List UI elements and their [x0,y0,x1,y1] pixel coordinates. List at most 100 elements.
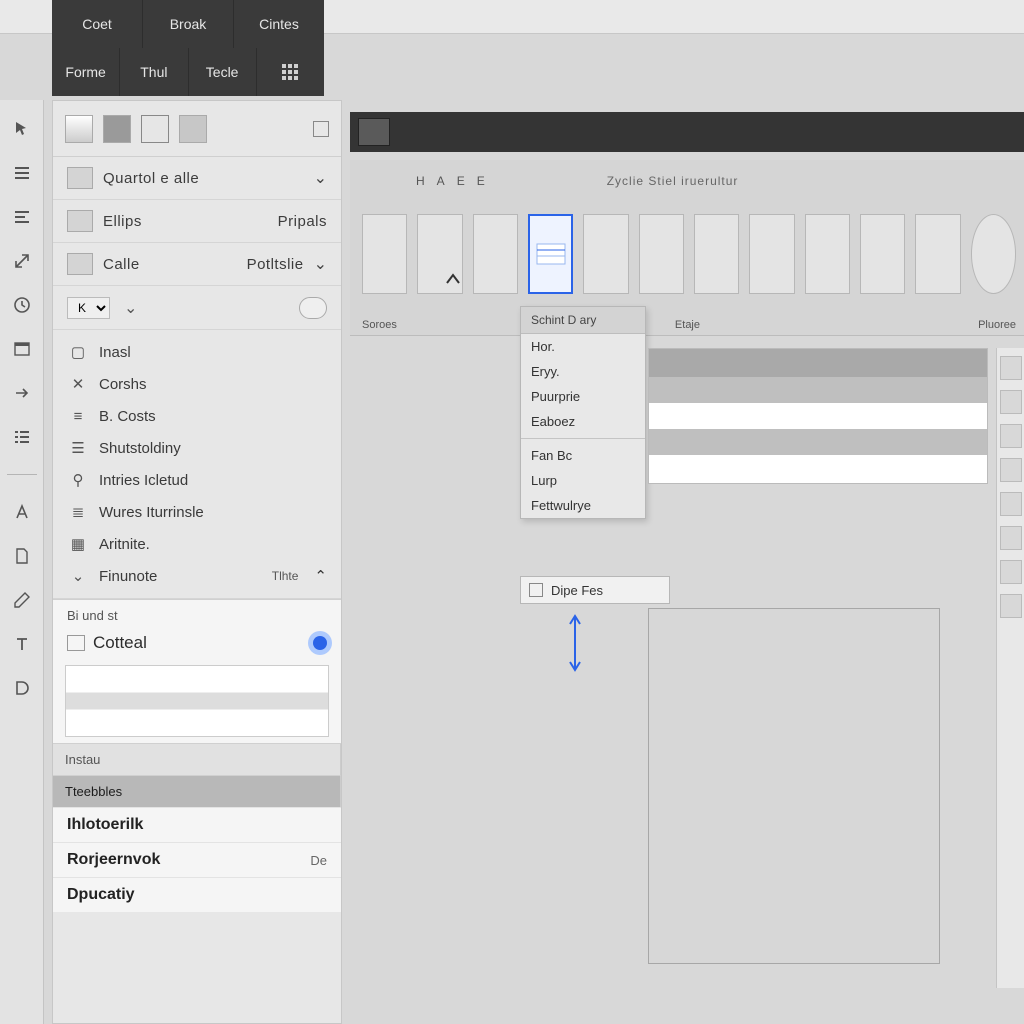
side-item-corshs[interactable]: ✕ Corshs [53,368,341,400]
side-item-label: Wures Iturrinsle [99,504,204,521]
gallery-cell[interactable] [971,214,1016,294]
gallery-cell[interactable] [694,214,739,294]
chevron-down-icon: ⌄ [314,168,327,188]
canvas-tab[interactable] [358,118,390,146]
bars2-icon: ≡ [67,406,89,426]
side-item-label: Inasl [99,344,131,361]
side-last-tag: De [310,853,327,868]
combo-ellips[interactable]: Ellips Pripals [53,200,341,243]
combo-quartol[interactable]: Quartol e alle ⌄ [53,157,341,200]
bars-icon[interactable] [9,160,35,186]
swatch-4[interactable] [179,115,207,143]
clock-icon[interactable] [9,292,35,318]
main-menu: Coet Broak Cintes Forme Thul Tecle [52,0,324,96]
side-item-label: B. Costs [99,408,156,425]
swatch-2[interactable] [103,115,131,143]
chip-label: Dipe Fes [551,583,603,598]
hint-letter: E [457,174,465,188]
list-icon[interactable] [9,424,35,450]
menu-coet[interactable]: Coet [52,0,143,48]
tab-tteebbles[interactable]: Tteebbles [53,776,341,807]
table-row [649,429,987,455]
mini-chip[interactable] [1000,390,1022,414]
d-icon[interactable] [9,675,35,701]
chevron-down-icon: ⌄ [314,254,327,274]
swatch-1[interactable] [65,115,93,143]
tab-instau[interactable]: Instau [53,744,341,775]
font-icon[interactable] [9,499,35,525]
popover-item[interactable]: Puurprie [521,384,645,409]
bubble-icon[interactable] [299,297,327,319]
swatch-toggle[interactable] [313,121,329,137]
panel-icon[interactable] [9,336,35,362]
combo-thumb-icon [67,210,93,232]
swatch-3[interactable] [141,115,169,143]
side-item-wures[interactable]: ≣ Wures Iturrinsle [53,496,341,528]
mini-select[interactable]: K [67,297,110,319]
popover-item[interactable]: Fettwulrye [521,493,645,518]
side-mini-row: K ⌄ [53,286,341,330]
gallery-cell[interactable] [639,214,684,294]
popover-item[interactable]: Hor. [521,334,645,359]
vertical-resize-icon[interactable] [566,612,584,674]
menu-cintes[interactable]: Cintes [234,0,324,48]
dipe-fes-button[interactable]: Dipe Fes [520,576,670,604]
chev-icon: ⌄ [67,566,89,586]
table-row [649,455,987,481]
mini-chip[interactable] [1000,526,1022,550]
side-item-aritnite[interactable]: ▦ Aritnite. [53,528,341,560]
gallery-cell-selected[interactable] [528,214,573,294]
mini-chip[interactable] [1000,356,1022,380]
gallery-cell[interactable] [362,214,407,294]
gallery-cell[interactable] [749,214,794,294]
side-last-dpucatiy[interactable]: Dpucatiy [53,877,341,912]
side-item-costs[interactable]: ≡ B. Costs [53,400,341,432]
mini-chip[interactable] [1000,492,1022,516]
ribbon-group-labels: Soroes Etaje Pluoree [362,319,1016,331]
side-panel: Quartol e alle ⌄ Ellips Pripals Calle Po… [52,100,342,1024]
side-last-label: Rorjeernvok [67,851,160,869]
chip-icon [529,583,543,597]
table-row [649,377,987,403]
checkbox-icon[interactable] [67,635,85,651]
arrow-icon[interactable] [9,380,35,406]
cursor-icon[interactable] [9,116,35,142]
side-item-intries[interactable]: ⚲ Intries Icletud [53,464,341,496]
popover-item[interactable]: Lurp [521,468,645,493]
menu-thul[interactable]: Thul [120,48,188,96]
doc-icon[interactable] [9,543,35,569]
combo-calle[interactable]: Calle Potltslie ⌄ [53,243,341,286]
mini-chip[interactable] [1000,424,1022,448]
popover-item[interactable]: Fan Bc [521,443,645,468]
menu-broak[interactable]: Broak [143,0,234,48]
status-dot-icon [313,636,327,650]
popover-item[interactable]: Eryy. [521,359,645,384]
side-last-rorjeernvok[interactable]: Rorjeernvok De [53,842,341,877]
side-item-inasl[interactable]: ▢ Inasl [53,336,341,368]
menu-tecle[interactable]: Tecle [189,48,257,96]
menu-icon[interactable] [9,204,35,230]
menu-forme[interactable]: Forme [52,48,120,96]
mini-chip[interactable] [1000,458,1022,482]
gallery-cell[interactable] [860,214,905,294]
gallery-cell[interactable] [583,214,628,294]
text-icon[interactable] [9,631,35,657]
menu-grid-icon[interactable] [257,48,324,96]
side-footer-head: Bi und st [53,600,341,627]
popover-item[interactable]: Eaboez [521,409,645,434]
side-last-ihlotoerilk[interactable]: Ihlotoerilk [53,807,341,842]
gallery-cell[interactable] [473,214,518,294]
side-item-sub: Tlhte [272,569,299,583]
combo-label-2: Pripals [278,213,327,230]
mini-chip[interactable] [1000,560,1022,584]
side-item-shutstoldiny[interactable]: ☰ Shutstoldiny [53,432,341,464]
gallery-cell[interactable] [805,214,850,294]
combo-label: Calle [103,256,237,273]
caret-up-icon[interactable] [440,266,466,292]
mini-chip[interactable] [1000,594,1022,618]
measure-icon[interactable] [9,587,35,613]
resize-icon[interactable] [9,248,35,274]
side-item-finunote[interactable]: ⌄ Finunote Tlhte ⌃ [53,560,341,592]
gallery-cell[interactable] [915,214,960,294]
hint-letter: A [437,174,445,188]
